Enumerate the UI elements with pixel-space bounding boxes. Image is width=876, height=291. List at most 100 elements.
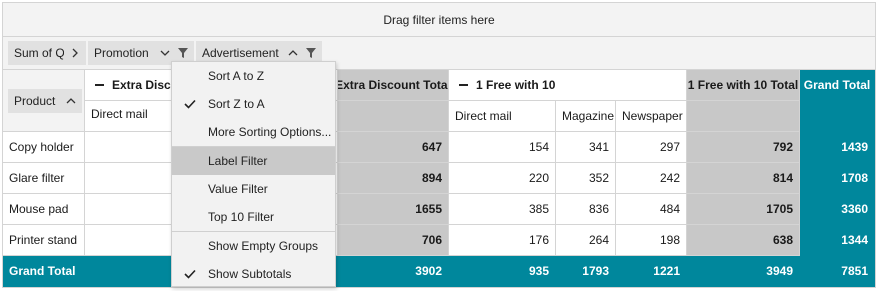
cell-value: 3360 [841, 202, 868, 216]
subtotal-cell[interactable]: 814 [687, 163, 800, 194]
chevron-up-icon[interactable] [64, 94, 78, 108]
value-cell[interactable]: 264 [556, 225, 616, 256]
sub-header-label: Direct mail [91, 107, 148, 121]
menu-item-label: Top 10 Filter [208, 210, 275, 224]
value-cell[interactable]: 198 [616, 225, 687, 256]
row-header-label: Grand Total [9, 264, 76, 278]
menu-item-label: Show Empty Groups [208, 239, 319, 253]
cell-value: 1439 [841, 140, 868, 154]
row-header-label: Mouse pad [9, 202, 69, 216]
col-header-free-with-10[interactable]: 1 Free with 10 [449, 70, 687, 101]
sub-header-fw-magazine[interactable]: Magazine [556, 101, 616, 132]
row-header-mouse-pad[interactable]: Mouse pad [3, 194, 85, 225]
grand-total-cell[interactable]: 1793 [556, 256, 616, 287]
value-cell[interactable]: 385 [449, 194, 556, 225]
cell-value: 706 [421, 233, 442, 247]
col-header-label: 1 Free with 10 Total [687, 78, 799, 92]
row-header-grand-total[interactable]: Grand Total [3, 256, 85, 287]
cell-value: 7851 [841, 264, 868, 278]
menu-item-label-filter[interactable]: Label Filter [172, 147, 335, 175]
menu-item-sort-z-a[interactable]: Sort Z to A [172, 90, 335, 118]
menu-item-sort-a-z[interactable]: Sort A to Z [172, 62, 335, 90]
values-columns-area: Sum of Q Promotion Advertisement [3, 37, 875, 70]
subtotal-cell[interactable]: 1655 [338, 194, 449, 225]
cell-value: 176 [528, 233, 549, 247]
cell-value: 264 [588, 233, 609, 247]
rows-area: Product [3, 70, 85, 132]
cell-value: 1344 [841, 233, 868, 247]
cell-value: 198 [659, 233, 680, 247]
subtotal-cell[interactable]: 1705 [687, 194, 800, 225]
cell-value: 484 [659, 202, 680, 216]
menu-item-show-subtotals[interactable]: Show Subtotals [172, 260, 335, 288]
cell-value: 792 [772, 140, 793, 154]
subtotal-cell[interactable]: 647 [338, 132, 449, 163]
check-icon [172, 99, 208, 109]
grand-total-cell[interactable]: 1708 [800, 163, 875, 194]
collapse-icon[interactable] [459, 84, 468, 86]
grand-total-cell[interactable]: 7851 [800, 256, 875, 287]
menu-item-top-10-filter[interactable]: Top 10 Filter [172, 203, 335, 231]
value-cell[interactable]: 484 [616, 194, 687, 225]
sub-header-fw-newspaper[interactable]: Newspaper [616, 101, 687, 132]
menu-item-label: Sort A to Z [208, 69, 265, 83]
menu-item-label: Value Filter [208, 182, 268, 196]
subtotal-cell[interactable]: 706 [338, 225, 449, 256]
menu-item-show-empty-groups[interactable]: Show Empty Groups [172, 232, 335, 260]
subtotal-cell[interactable]: 894 [338, 163, 449, 194]
cell-value: 154 [528, 140, 549, 154]
menu-item-value-filter[interactable]: Value Filter [172, 175, 335, 203]
cell-value: 1793 [582, 264, 609, 278]
filter-icon[interactable] [176, 46, 190, 60]
sub-header-fw-direct-mail[interactable]: Direct mail [449, 101, 556, 132]
collapse-icon[interactable] [95, 84, 104, 86]
chevron-up-icon[interactable] [286, 46, 300, 60]
row-header-printer-stand[interactable]: Printer stand [3, 225, 85, 256]
menu-item-more-sorting[interactable]: More Sorting Options... [172, 118, 335, 146]
grand-total-cell[interactable]: 935 [449, 256, 556, 287]
chevron-down-icon[interactable] [158, 46, 172, 60]
cell-value: 220 [528, 171, 549, 185]
menu-item-label: Label Filter [208, 154, 268, 168]
cell-value: 385 [528, 202, 549, 216]
product-field-button[interactable]: Product [8, 89, 82, 113]
value-cell[interactable]: 242 [616, 163, 687, 194]
grand-total-cell[interactable]: 1439 [800, 132, 875, 163]
row-header-label: Copy holder [9, 140, 74, 154]
grand-total-cell[interactable]: 3902 [338, 256, 449, 287]
value-cell[interactable]: 154 [449, 132, 556, 163]
filter-area-label: Drag filter items here [383, 12, 495, 27]
value-cell[interactable]: 836 [556, 194, 616, 225]
value-cell[interactable]: 297 [616, 132, 687, 163]
row-header-copy-holder[interactable]: Copy holder [3, 132, 85, 163]
menu-item-label: More Sorting Options... [208, 125, 332, 139]
cell-value: 647 [421, 140, 442, 154]
value-cell[interactable]: 220 [449, 163, 556, 194]
product-field-label: Product [14, 94, 56, 108]
menu-item-label: Sort Z to A [208, 97, 265, 111]
value-cell[interactable]: 352 [556, 163, 616, 194]
check-icon [172, 269, 208, 279]
cell-value: 3902 [415, 264, 442, 278]
value-cell[interactable]: 176 [449, 225, 556, 256]
cell-value: 3949 [766, 264, 793, 278]
grand-total-cell[interactable]: 1221 [616, 256, 687, 287]
filter-icon[interactable] [304, 46, 318, 60]
col-header-label: Extra Discount Total [338, 78, 449, 92]
chevron-right-icon [68, 46, 82, 60]
subtotal-cell[interactable]: 638 [687, 225, 800, 256]
advertisement-field-label: Advertisement [202, 46, 279, 60]
grand-total-cell[interactable]: 1344 [800, 225, 875, 256]
cell-value: 352 [588, 171, 609, 185]
cell-value: 1221 [653, 264, 680, 278]
pivot-grid: Drag filter items here Sum of Q Promotio… [2, 2, 876, 288]
filter-drop-area[interactable]: Drag filter items here [3, 3, 875, 37]
value-cell[interactable]: 341 [556, 132, 616, 163]
values-field-button[interactable]: Sum of Q [8, 41, 86, 65]
grand-total-cell[interactable]: 3360 [800, 194, 875, 225]
col-header-grand-total: Grand Total [800, 70, 875, 101]
subtotal-cell[interactable]: 792 [687, 132, 800, 163]
cell-value: 341 [588, 140, 609, 154]
grand-total-cell[interactable]: 3949 [687, 256, 800, 287]
row-header-glare-filter[interactable]: Glare filter [3, 163, 85, 194]
